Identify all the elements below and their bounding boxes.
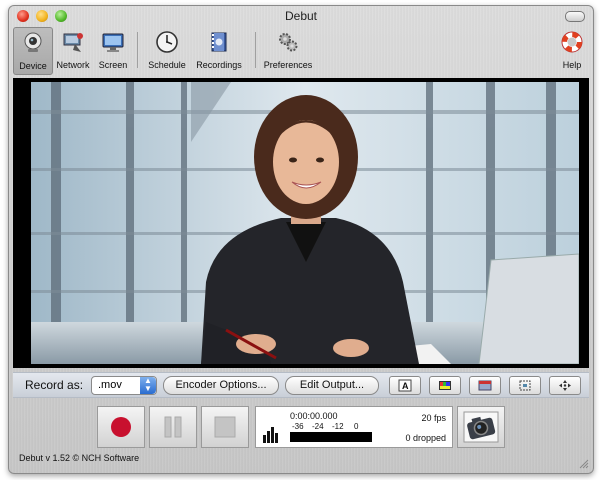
audio-level-meter: -36 -24 -12 0 bbox=[290, 422, 372, 443]
crop-button[interactable] bbox=[509, 376, 541, 395]
updown-arrows-icon: ▲ ▼ bbox=[140, 377, 156, 394]
gears-icon bbox=[279, 33, 298, 52]
clock-icon bbox=[156, 31, 178, 53]
record-as-label: Record as: bbox=[25, 378, 84, 392]
elapsed-time: 0:00:00.000 bbox=[290, 411, 338, 421]
pause-button[interactable] bbox=[149, 406, 197, 448]
toolbar-separator bbox=[255, 32, 256, 68]
text-overlay-button[interactable]: A bbox=[389, 376, 421, 395]
snapshot-button[interactable] bbox=[457, 406, 505, 448]
effects-icon bbox=[478, 380, 492, 391]
record-icon bbox=[111, 417, 131, 437]
preferences-button[interactable]: Preferences bbox=[259, 27, 317, 73]
help-button[interactable]: Help bbox=[557, 27, 587, 73]
toolbar-separator bbox=[137, 32, 138, 68]
encoder-options-button[interactable]: Encoder Options... bbox=[163, 376, 279, 395]
network-label: Network bbox=[56, 60, 90, 70]
color-adjust-button[interactable] bbox=[429, 376, 461, 395]
meter-scale-tick: -12 bbox=[332, 422, 344, 431]
schedule-button[interactable]: Schedule bbox=[143, 27, 191, 73]
camera-preview-image bbox=[31, 82, 579, 364]
color-bars-icon bbox=[439, 381, 451, 390]
pause-icon bbox=[164, 416, 182, 438]
text-icon: A bbox=[398, 379, 412, 392]
lifebuoy-icon bbox=[561, 31, 583, 53]
monitor-icon bbox=[102, 33, 124, 52]
zoom-button[interactable] bbox=[549, 376, 581, 395]
recordings-button[interactable]: Recordings bbox=[193, 27, 245, 73]
screen-button[interactable]: Screen bbox=[95, 27, 131, 73]
app-window: Debut Device Network Screen Schedule Rec… bbox=[8, 5, 594, 474]
film-folder-icon bbox=[211, 32, 227, 52]
edit-output-button[interactable]: Edit Output... bbox=[285, 376, 379, 395]
network-camera-icon bbox=[63, 33, 83, 52]
stop-button[interactable] bbox=[201, 406, 249, 448]
svg-text:A: A bbox=[402, 381, 409, 391]
meter-scale: -36 -24 -12 0 bbox=[290, 422, 372, 432]
recordings-label: Recordings bbox=[196, 60, 242, 70]
network-button[interactable]: Network bbox=[53, 27, 93, 73]
move-arrows-icon bbox=[559, 380, 571, 391]
crop-icon bbox=[519, 380, 531, 391]
format-select[interactable]: .mov ▲ ▼ bbox=[91, 376, 157, 395]
woman-at-desk-image bbox=[31, 82, 579, 364]
record-button[interactable] bbox=[97, 406, 145, 448]
toolbar: Device Network Screen Schedule Recording… bbox=[9, 26, 593, 76]
video-preview bbox=[13, 78, 589, 368]
device-label: Device bbox=[19, 61, 47, 71]
toolbar-toggle-button[interactable] bbox=[565, 11, 585, 22]
device-button[interactable]: Device bbox=[13, 27, 53, 75]
title-bar: Debut bbox=[9, 6, 593, 26]
frame-rate: 20 fps bbox=[421, 413, 446, 423]
meter-scale-tick: 0 bbox=[354, 422, 359, 431]
resize-grip-icon[interactable] bbox=[577, 457, 589, 469]
help-label: Help bbox=[562, 60, 582, 70]
screen-label: Screen bbox=[98, 60, 128, 70]
video-effects-button[interactable] bbox=[469, 376, 501, 395]
format-value: .mov bbox=[98, 379, 122, 391]
recording-status-panel: 0:00:00.000 -36 -24 -12 0 20 fps 0 dropp… bbox=[255, 406, 453, 448]
stop-icon bbox=[214, 416, 236, 438]
webcam-icon bbox=[24, 32, 42, 52]
meter-scale-tick: -36 bbox=[292, 422, 304, 431]
preferences-label: Preferences bbox=[263, 60, 313, 70]
meter-bar bbox=[290, 432, 372, 442]
meter-scale-tick: -24 bbox=[312, 422, 324, 431]
record-options-bar: Record as: .mov ▲ ▼ Encoder Options... Ed… bbox=[13, 372, 589, 398]
schedule-label: Schedule bbox=[148, 60, 186, 70]
camera-icon bbox=[463, 411, 499, 443]
version-label: Debut v 1.52 © NCH Software bbox=[19, 453, 140, 463]
audio-level-icon bbox=[263, 427, 278, 443]
dropped-frames: 0 dropped bbox=[405, 433, 446, 443]
window-title: Debut bbox=[284, 9, 318, 23]
